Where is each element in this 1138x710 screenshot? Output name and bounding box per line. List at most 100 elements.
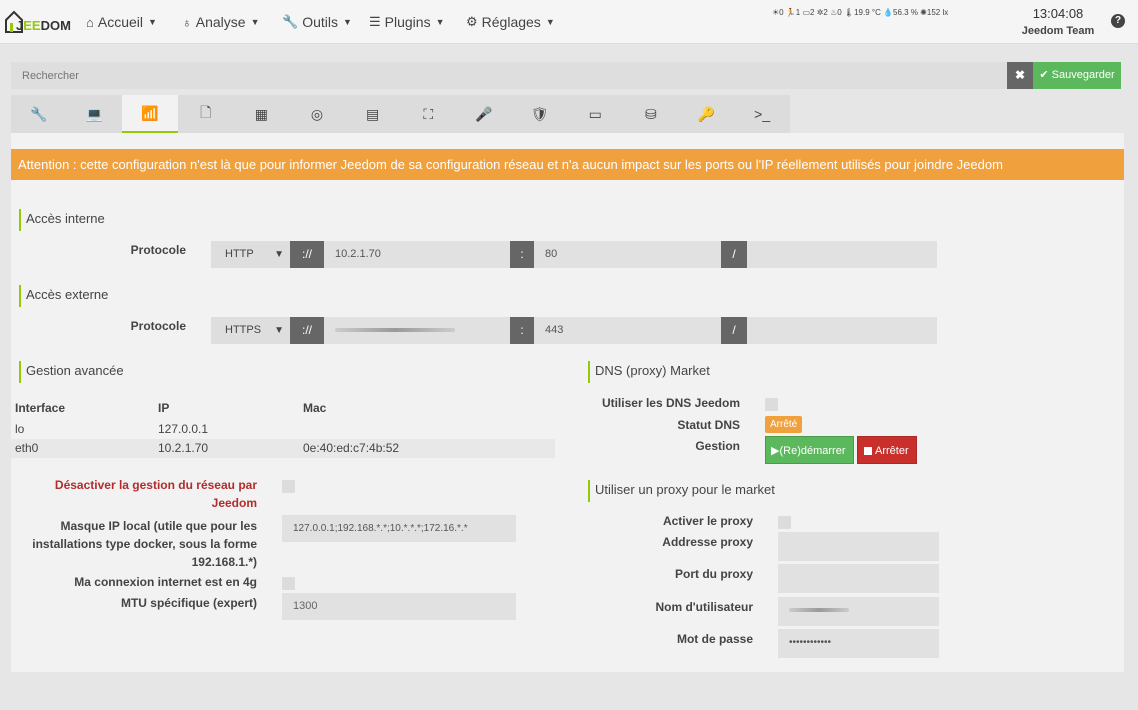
col-mac: Mac (303, 401, 327, 415)
menu-analyse[interactable]: ♁ Analyse ▼ (182, 12, 259, 32)
disable-network-checkbox[interactable] (282, 480, 295, 493)
internal-path-input[interactable] (747, 241, 937, 268)
proxy-user-label: Nom d'utilisateur (655, 600, 753, 614)
navbar: JEEDOM ⌂ Accueil ▼ ♁ Analyse ▼ 🔧 Outils … (0, 0, 1138, 44)
hdd-icon: ⛁ (645, 105, 657, 122)
user-name[interactable]: Jeedom Team (1018, 25, 1098, 37)
label-line: Désactiver la gestion du réseau par (54, 478, 257, 492)
wrench-icon: 🔧 (282, 14, 299, 29)
proxy-user-input[interactable] (778, 597, 939, 626)
credit-card-icon: ▭ (588, 105, 602, 122)
4g-label: Ma connexion internet est en 4g (74, 575, 257, 589)
sitemap-icon: ⛶ (423, 105, 434, 122)
tab-interactions[interactable]: 🎤 (456, 95, 512, 133)
close-icon: ✖ (1014, 68, 1026, 82)
menu-accueil[interactable]: ⌂ Accueil ▼ (86, 12, 157, 32)
wrench-icon: 🔧 (30, 105, 48, 122)
select-value: HTTPS (225, 324, 262, 336)
tab-structure[interactable]: ⛶ (400, 95, 456, 133)
help-icon[interactable]: ? (1111, 14, 1125, 28)
proxy-address-label: Addresse proxy (662, 535, 753, 549)
external-host-input[interactable] (324, 317, 510, 344)
table-row: lo 127.0.0.1 (11, 420, 555, 439)
menu-outils[interactable]: 🔧 Outils ▼ (282, 12, 352, 32)
network-config-panel (11, 133, 1124, 672)
key-icon: 🔑 (697, 105, 716, 122)
menu-label: Accueil (97, 14, 143, 30)
tab-database[interactable]: ▤ (345, 95, 401, 133)
caret-down-icon: ▼ (274, 325, 284, 336)
terminal-icon: >_ (754, 106, 771, 122)
menu-label: Outils (302, 14, 338, 30)
menu-label: Analyse (195, 14, 246, 30)
mtu-label: MTU spécifique (expert) (120, 596, 257, 610)
proxy-port-input[interactable] (778, 564, 939, 593)
4g-checkbox[interactable] (282, 577, 295, 590)
stop-dns-button[interactable]: Arrêter (857, 436, 917, 464)
col-ip: IP (158, 401, 170, 415)
home-icon: ⌂ (86, 14, 94, 30)
sensor-summary[interactable]: ☀0 🏃1 ▭2 ✲2 ♨0 🌡19.9 °C 💧56.3 % ✺152 lx (772, 8, 948, 17)
proxy-password-input[interactable]: •••••••••••• (778, 629, 939, 658)
proxy-address-input[interactable] (778, 532, 939, 561)
caret-down-icon: ▼ (545, 17, 555, 27)
port-separator: : (510, 317, 534, 344)
disable-network-label: Désactiver la gestion du réseau par Jeed… (20, 478, 257, 510)
settings-tabs: 🔧 💻 📶 🗋 ▦ ◎ ▤ ⛶ 🎤 🛡 ▭ ⛁ 🔑 >_ (11, 95, 790, 133)
tab-updates[interactable]: ▭ (567, 95, 623, 133)
tab-summaries[interactable]: ▦ (234, 95, 290, 133)
scheme-separator: :// (290, 317, 324, 344)
menu-plugins[interactable]: ☰ Plugins ▼ (369, 12, 445, 32)
clock: 13:04:08 (1032, 6, 1084, 21)
tab-logs[interactable]: 🗋 (178, 95, 234, 133)
mtu-input[interactable]: 1300 (282, 593, 516, 620)
restart-dns-button[interactable]: ▶(Re)démarrer (765, 436, 854, 464)
use-dns-checkbox[interactable] (765, 398, 778, 411)
cell-ip: 127.0.0.1 (158, 422, 209, 436)
internal-port-input[interactable]: 80 (534, 241, 721, 268)
ip-mask-label: Masque IP local (utile que pour les inst… (20, 517, 257, 571)
save-button[interactable]: ✔ Sauvegarder (1033, 62, 1121, 89)
tab-equipment[interactable]: ◎ (289, 95, 345, 133)
tab-osdb[interactable]: >_ (734, 95, 790, 133)
tab-security[interactable]: 🛡 (512, 95, 568, 133)
external-path-input[interactable] (747, 317, 937, 344)
check-circle-icon: ✔ (1039, 69, 1049, 81)
path-separator: / (721, 317, 747, 344)
cell-ip: 10.2.1.70 (158, 441, 209, 455)
caret-down-icon: ▼ (250, 17, 260, 27)
tab-network[interactable]: 📶 (122, 95, 178, 133)
select-value: HTTP (225, 248, 254, 260)
stop-icon (864, 447, 872, 455)
caret-down-icon: ▼ (342, 17, 352, 27)
button-label: (Re)démarrer (779, 445, 846, 457)
col-interface: Interface (15, 401, 66, 415)
tab-api[interactable]: 🔑 (679, 95, 735, 133)
external-protocol-select[interactable]: HTTPS ▼ (211, 317, 290, 344)
legend-dns: DNS (proxy) Market (588, 361, 710, 383)
tab-general[interactable]: 🔧 (11, 95, 67, 133)
enable-proxy-checkbox[interactable] (778, 516, 791, 529)
proxy-port-label: Port du proxy (674, 567, 753, 581)
tab-cache[interactable]: ⛁ (623, 95, 679, 133)
menu-label: Plugins (384, 14, 431, 30)
internal-ip-input[interactable]: 10.2.1.70 (324, 241, 510, 268)
rss-icon: 📶 (141, 104, 159, 121)
menu-reglages[interactable]: ⚙ Réglages ▼ (466, 12, 555, 32)
table-icon: ▦ (254, 105, 268, 122)
search-input[interactable] (11, 62, 1007, 89)
button-label: Arrêter (875, 445, 909, 457)
internal-protocol-select[interactable]: HTTP ▼ (211, 241, 290, 268)
caret-down-icon: ▼ (148, 17, 157, 27)
clear-search-button[interactable]: ✖ (1007, 62, 1033, 89)
jeedom-logo[interactable]: JEEDOM (4, 6, 71, 36)
table-row: eth0 10.2.1.70 0e:40:ed:c7:4b:52 (11, 439, 555, 458)
label-line: 192.168.1.*) (191, 555, 257, 569)
cog-icon: ⚙ (466, 14, 478, 29)
ip-mask-input[interactable]: 127.0.0.1;192.168.*.*;10.*.*.*;172.16.*.… (282, 515, 516, 542)
redacted-host (335, 328, 455, 333)
external-port-input[interactable]: 443 (534, 317, 721, 344)
legend-advanced: Gestion avancée (19, 361, 124, 383)
tab-interface[interactable]: 💻 (67, 95, 123, 133)
stethoscope-icon: ♁ (182, 14, 192, 30)
